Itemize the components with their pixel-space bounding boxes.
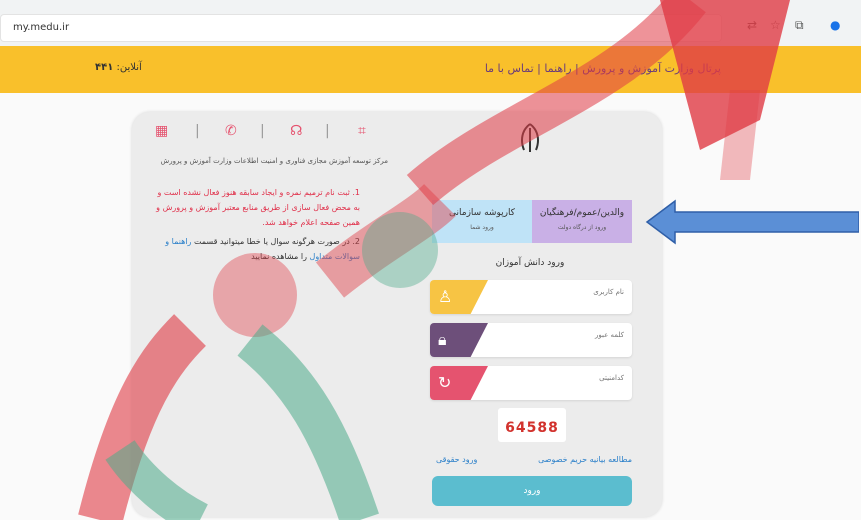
scan-icon[interactable]: ⌗ bbox=[358, 123, 366, 139]
annotation-arrow bbox=[645, 199, 859, 245]
username-field[interactable]: ♙ bbox=[430, 280, 632, 314]
captcha-input[interactable] bbox=[502, 373, 626, 383]
emblem-logo bbox=[500, 122, 560, 162]
site-header: پرتال وزارت آموزش و پرورش | راهنما | تما… bbox=[0, 46, 861, 93]
profile-icon[interactable]: ● bbox=[830, 18, 840, 32]
header-nav-links[interactable]: پرتال وزارت آموزش و پرورش | راهنما | تما… bbox=[485, 62, 721, 75]
notice-1: 1. ثبت نام ترمیم نمره و ایجاد سابقه هنوز… bbox=[156, 188, 360, 227]
lock-icon: 🔒︎ bbox=[438, 330, 447, 349]
online-counter: آنلاین: ۴۴۱ bbox=[95, 62, 142, 73]
submit-button[interactable]: ورود bbox=[432, 476, 632, 506]
translate-icon[interactable]: ⇄ bbox=[747, 18, 757, 32]
privacy-link[interactable]: مطالعه بیانیه حریم خصوصی bbox=[538, 455, 632, 464]
online-label: آنلاین: bbox=[116, 62, 142, 73]
refresh-icon-box: ↻ bbox=[430, 366, 488, 400]
refresh-icon[interactable]: ↻ bbox=[438, 373, 451, 392]
separator: | bbox=[195, 123, 200, 139]
qr-icon[interactable]: ▦ bbox=[155, 123, 168, 139]
lock-icon-box: 🔒︎ bbox=[430, 323, 488, 357]
url-text: my.medu.ir bbox=[13, 22, 70, 33]
notice-box: 1. ثبت نام ترمیم نمره و ایجاد سابقه هنوز… bbox=[150, 185, 360, 264]
notice-2-text: 2. در صورت هرگونه سوال یا خطا میتوانید ق… bbox=[193, 237, 360, 246]
legal-login-link[interactable]: ورود حقوقی bbox=[436, 455, 477, 464]
user-icon-box: ♙ bbox=[430, 280, 488, 314]
phone-icon[interactable]: ✆ bbox=[225, 123, 237, 139]
password-field[interactable]: 🔒︎ bbox=[430, 323, 632, 357]
extension-icon[interactable]: ⧉ bbox=[795, 18, 804, 33]
login-type-tabs: کارپوشه سازمانی ورود شما والدین/عموم/فره… bbox=[432, 200, 632, 243]
tab-subtitle: ورود شما bbox=[470, 224, 494, 231]
separator: | bbox=[260, 123, 265, 139]
tab-organizational-folder[interactable]: کارپوشه سازمانی ورود شما bbox=[432, 200, 532, 243]
tab-subtitle: ورود از درگاه دولت bbox=[557, 224, 607, 231]
tab-title: والدین/عموم/فرهنگیان bbox=[539, 208, 625, 218]
center-description: مرکز توسعه آموزش مجازی فناوری و امنیت اط… bbox=[160, 157, 388, 165]
social-icons-row: ▦ | ✆ | ☊ | ⌗ bbox=[155, 123, 385, 143]
address-bar[interactable]: my.medu.ir bbox=[0, 14, 722, 42]
notice-2: 2. در صورت هرگونه سوال یا خطا میتوانید ق… bbox=[150, 234, 360, 264]
captcha-field[interactable]: ↻ bbox=[430, 366, 632, 400]
bookmark-star-icon[interactable]: ☆ bbox=[770, 18, 781, 32]
browser-toolbar: my.medu.ir ⇄ ☆ ⧉ ● bbox=[0, 0, 861, 47]
online-count: ۴۴۱ bbox=[95, 62, 114, 73]
headset-icon[interactable]: ☊ bbox=[290, 123, 302, 139]
tab-parents-public[interactable]: والدین/عموم/فرهنگیان ورود از درگاه دولت bbox=[532, 200, 632, 243]
section-title: ورود دانش آموزان bbox=[495, 258, 565, 268]
user-icon: ♙ bbox=[438, 287, 453, 306]
tab-title: کارپوشه سازمانی bbox=[449, 208, 515, 218]
password-input[interactable] bbox=[502, 330, 626, 340]
username-input[interactable] bbox=[502, 287, 626, 297]
captcha-image: 64588 bbox=[498, 408, 566, 442]
separator: | bbox=[325, 123, 330, 139]
notice-2-text-end: را مشاهده نمایید bbox=[251, 252, 307, 261]
